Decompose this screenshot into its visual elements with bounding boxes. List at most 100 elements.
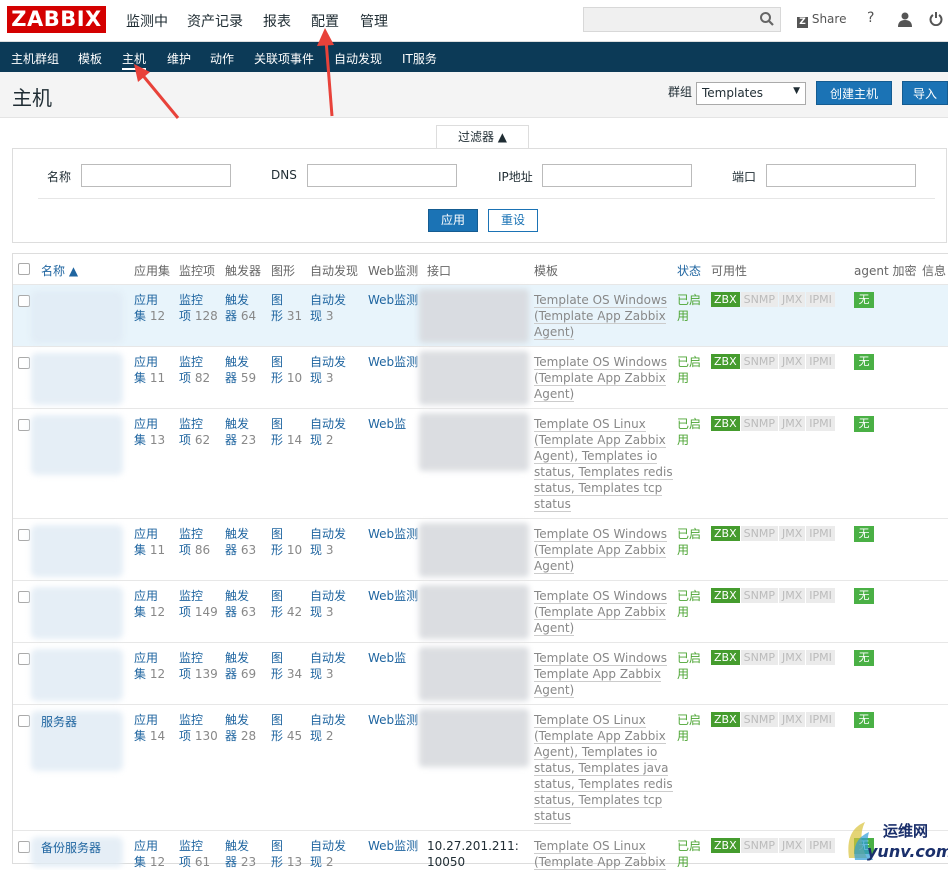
web-link[interactable]: Web监测 [368,526,418,542]
row-checkbox[interactable] [18,591,30,603]
web-link[interactable]: Web监 [368,416,406,432]
search-input[interactable] [583,7,781,32]
discovery-link[interactable]: 自动发现 2 [310,416,346,448]
menu-reports[interactable]: 报表 [263,11,291,31]
status-toggle[interactable]: 已启用 [677,650,707,682]
col-status[interactable]: 状态 [677,262,701,279]
template-link[interactable]: Template OS Linux [534,839,646,854]
row-checkbox[interactable] [18,419,30,431]
items-link[interactable]: 监控项 128 [179,292,218,324]
web-link[interactable]: Web监测 [368,712,418,728]
import-button[interactable]: 导入 [902,81,948,105]
template-link[interactable]: Agent) [534,559,575,574]
status-toggle[interactable]: 已启用 [677,292,707,324]
template-link[interactable]: status [534,497,571,512]
menu-administration[interactable]: 管理 [360,11,388,31]
nav-event-correlation[interactable]: 关联项事件 [254,50,314,67]
graphs-link[interactable]: 图形 42 [271,588,302,620]
items-link[interactable]: 监控项 82 [179,354,210,386]
nav-host-groups[interactable]: 主机群组 [11,50,59,67]
filter-reset-button[interactable]: 重设 [488,209,538,232]
applications-link[interactable]: 应用集 12 [134,292,165,324]
template-link[interactable]: Template OS Windows [534,355,668,370]
web-link[interactable]: Web监测 [368,354,418,370]
graphs-link[interactable]: 图形 10 [271,354,302,386]
row-checkbox[interactable] [18,841,30,853]
template-link[interactable]: Template OS Windows [534,589,668,604]
template-link[interactable]: status, Templates redis [534,465,673,480]
template-link[interactable]: (Template App Zabbix [534,729,666,744]
template-link[interactable]: Template OS Linux [534,713,646,728]
graphs-link[interactable]: 图形 14 [271,416,302,448]
row-checkbox[interactable] [18,529,30,541]
discovery-link[interactable]: 自动发现 2 [310,838,346,870]
status-toggle[interactable]: 已启用 [677,588,707,620]
host-name-link[interactable]: 备份服务器 [41,840,101,856]
triggers-link[interactable]: 触发器 59 [225,354,256,386]
items-link[interactable]: 监控项 86 [179,526,210,558]
discovery-link[interactable]: 自动发现 3 [310,292,346,324]
applications-link[interactable]: 应用集 13 [134,416,165,448]
items-link[interactable]: 监控项 139 [179,650,218,682]
template-link[interactable]: (Template App Zabbix [534,543,666,558]
graphs-link[interactable]: 图形 34 [271,650,302,682]
graphs-link[interactable]: 图形 31 [271,292,302,324]
template-link[interactable]: Agent), Templates io [534,745,658,760]
nav-it-services[interactable]: IT服务 [402,50,437,67]
template-link[interactable]: status, Templates tcp [534,793,663,808]
discovery-link[interactable]: 自动发现 3 [310,354,346,386]
status-toggle[interactable]: 已启用 [677,712,707,744]
template-link[interactable]: Agent) [534,621,575,636]
row-checkbox[interactable] [18,653,30,665]
discovery-link[interactable]: 自动发现 2 [310,712,346,744]
menu-inventory[interactable]: 资产记录 [187,11,243,31]
status-toggle[interactable]: 已启用 [677,416,707,448]
row-checkbox[interactable] [18,715,30,727]
row-checkbox[interactable] [18,295,30,307]
applications-link[interactable]: 应用集 14 [134,712,165,744]
triggers-link[interactable]: 触发器 69 [225,650,256,682]
share-link[interactable]: Z Share [797,12,846,28]
sign-out-icon[interactable] [929,11,943,26]
applications-link[interactable]: 应用集 12 [134,650,165,682]
help-icon[interactable]: ? [867,10,874,26]
template-link[interactable]: (Template App Zabbix [534,309,666,324]
user-profile-icon[interactable] [898,12,912,27]
discovery-link[interactable]: 自动发现 3 [310,650,346,682]
filter-apply-button[interactable]: 应用 [428,209,478,232]
nav-actions[interactable]: 动作 [210,50,234,67]
zabbix-logo[interactable]: ZABBIX [7,6,106,33]
template-link[interactable]: Template App Zabbix [534,667,662,682]
template-link[interactable]: (Template App Zabbix [534,855,666,870]
template-link[interactable]: (Template App Zabbix [534,605,666,620]
template-link[interactable]: status [534,809,571,824]
graphs-link[interactable]: 图形 10 [271,526,302,558]
host-name-link[interactable]: 服务器 [41,714,77,730]
triggers-link[interactable]: 触发器 63 [225,588,256,620]
create-host-button[interactable]: 创建主机 [816,81,892,105]
template-link[interactable]: status, Templates tcp [534,481,663,496]
applications-link[interactable]: 应用集 11 [134,354,165,386]
items-link[interactable]: 监控项 149 [179,588,218,620]
triggers-link[interactable]: 触发器 28 [225,712,256,744]
items-link[interactable]: 监控项 62 [179,416,210,448]
web-link[interactable]: Web监 [368,650,406,666]
filter-name-input[interactable] [81,164,231,187]
web-link[interactable]: Web监测 [368,838,418,854]
template-link[interactable]: (Template App Zabbix [534,371,666,386]
filter-port-input[interactable] [766,164,916,187]
status-toggle[interactable]: 已启用 [677,526,707,558]
template-link[interactable]: Agent) [534,325,575,340]
items-link[interactable]: 监控项 61 [179,838,210,870]
search-icon[interactable] [759,11,775,27]
items-link[interactable]: 监控项 130 [179,712,218,744]
triggers-link[interactable]: 触发器 23 [225,838,256,870]
triggers-link[interactable]: 触发器 23 [225,416,256,448]
template-link[interactable]: Agent) [534,387,575,402]
template-link[interactable]: status, Templates redis [534,777,673,792]
template-link[interactable]: status, Templates java [534,761,669,776]
template-link[interactable]: Agent) [534,683,575,698]
row-checkbox[interactable] [18,357,30,369]
group-select[interactable]: Templates ▼ [696,82,806,105]
template-link[interactable]: Template OS Windows [534,527,668,542]
